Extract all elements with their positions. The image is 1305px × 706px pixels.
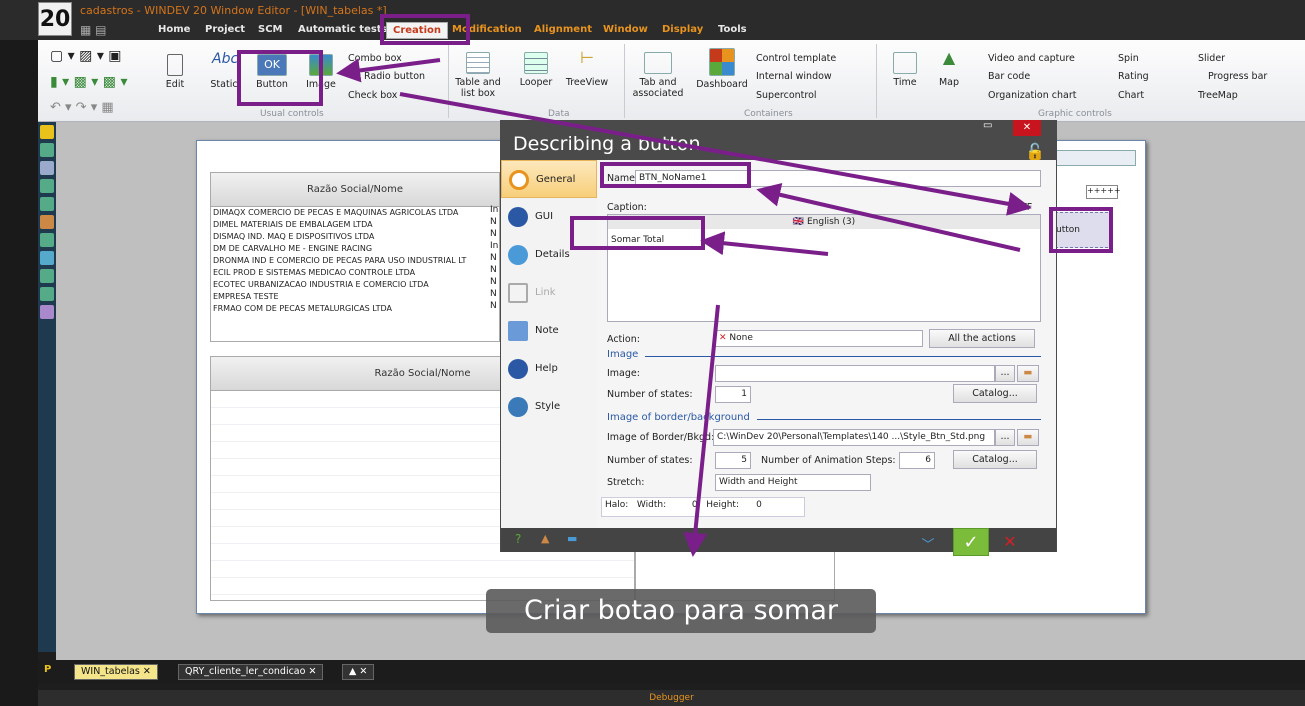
arrow-down (683, 304, 720, 557)
arrow-to-rtf (399, 92, 1032, 216)
arrow-to-caption (700, 231, 829, 256)
highlight-name-field (600, 162, 751, 188)
arrow-to-button (336, 58, 441, 83)
highlight-caption-text (570, 216, 705, 250)
highlight-new-button (1049, 207, 1113, 253)
annotation-overlay (237, 14, 1113, 557)
highlight-button-control (237, 50, 323, 106)
highlight-creation-tab (380, 14, 470, 45)
annotation-marks (237, 14, 1113, 557)
